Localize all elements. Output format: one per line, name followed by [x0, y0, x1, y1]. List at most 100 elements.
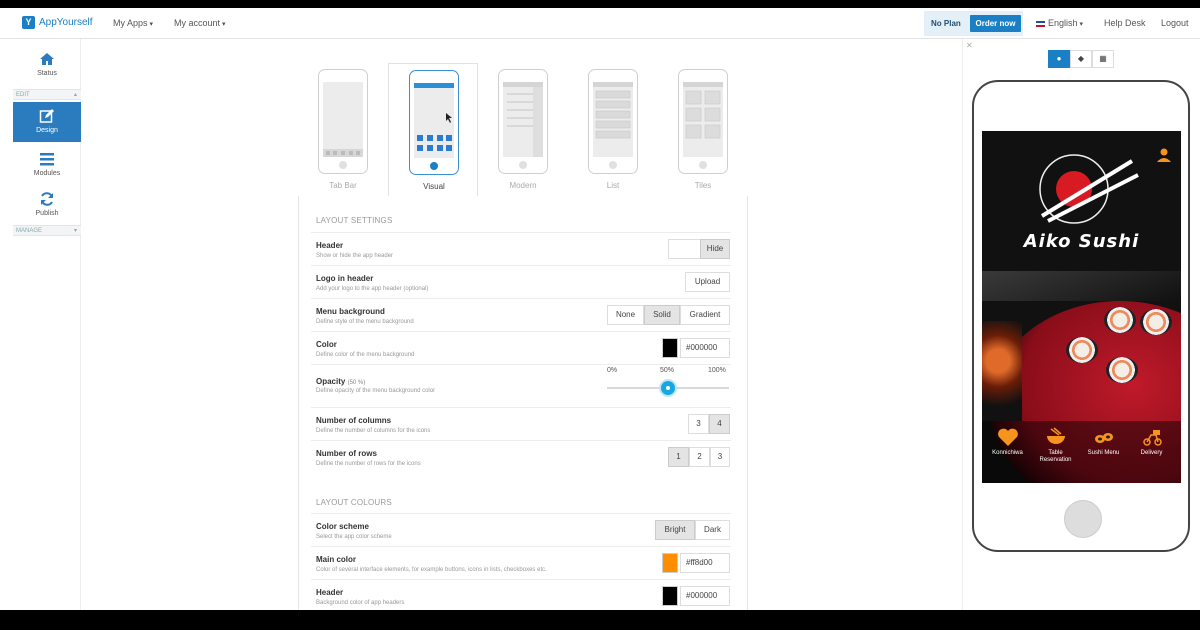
android-icon: ◆ [1077, 54, 1085, 63]
chevron-down-icon: ▾ [73, 228, 77, 234]
logout-link[interactable]: Logout [1161, 18, 1189, 28]
rows-2-button[interactable]: 2 [689, 447, 710, 467]
device-android-toggle[interactable]: ◆ [1070, 50, 1092, 68]
language-label: English [1048, 18, 1078, 28]
layout-preview-thumbnail [318, 69, 368, 174]
columns-3-button[interactable]: 3 [688, 414, 709, 434]
layout-tab-label: Tab Bar [329, 181, 357, 190]
brand-logo-icon: Y [22, 16, 35, 29]
modern-layout-icon [503, 82, 543, 157]
header-color-swatch[interactable] [662, 586, 678, 606]
setting-columns: Number of columns Define the number of c… [311, 407, 731, 440]
layout-preview-thumbnail [588, 69, 638, 174]
slider-max-label: 100% [708, 367, 726, 374]
opacity-slider-handle[interactable] [659, 379, 677, 397]
columns-4-button[interactable]: 4 [709, 414, 730, 434]
rows-3-button[interactable]: 3 [710, 447, 730, 467]
sidebar-item-publish[interactable]: Publish [13, 185, 81, 225]
setting-menu-background: Menu background Define style of the menu… [311, 298, 731, 331]
app-icon-table-reservation[interactable]: Table Reservation [1033, 427, 1078, 464]
flower-decoration [982, 321, 1022, 421]
order-now-button[interactable]: Order now [970, 15, 1021, 32]
setting-opacity: Opacity (50 %) Define opacity of the men… [311, 364, 731, 407]
app-icon-delivery[interactable]: Delivery [1129, 427, 1174, 457]
sidebar-item-label: Status [37, 70, 57, 77]
layout-preview-thumbnail [498, 69, 548, 174]
tiles-layout-icon [683, 82, 723, 139]
user-icon[interactable] [1156, 147, 1172, 163]
app-icon-sushi-menu[interactable]: Sushi Menu [1081, 427, 1126, 457]
phone-home-button[interactable] [1064, 500, 1102, 538]
sidebar-item-modules[interactable]: Modules [13, 145, 81, 185]
delivery-icon [1142, 430, 1162, 446]
setting-header: Header Show or hide the app header Hide [311, 232, 731, 265]
my-account-menu[interactable]: My account ▾ [174, 18, 226, 28]
menu-bg-solid-button[interactable]: Solid [644, 305, 680, 325]
sushi-roll-image [1066, 337, 1098, 363]
setting-title: Header [316, 588, 344, 597]
app-icon-label: Konnichiwa [992, 450, 1023, 456]
layout-tab-tiles[interactable]: Tiles [658, 63, 748, 203]
edit-icon [39, 109, 54, 123]
layout-tab-modern[interactable]: Modern [478, 63, 568, 203]
home-icon [40, 53, 54, 65]
menu-bg-color-swatch[interactable] [662, 338, 678, 358]
layout-preview-thumbnail [409, 70, 459, 175]
sidebar-item-label: Modules [33, 170, 61, 177]
sidebar-item-design[interactable]: Design [13, 102, 81, 142]
brand[interactable]: Y AppYourself [22, 16, 93, 29]
setting-title: Menu background [316, 307, 385, 316]
setting-title: Number of rows [316, 449, 377, 458]
help-desk-link[interactable]: Help Desk [1104, 18, 1146, 28]
app-icon-konnichiwa[interactable]: Konnichiwa [985, 427, 1030, 457]
chevron-down-icon: ▾ [222, 21, 226, 28]
menu-bg-gradient-button[interactable]: Gradient [680, 305, 730, 325]
header-hide-button[interactable]: Hide [700, 239, 730, 259]
my-apps-menu[interactable]: My Apps ▾ [113, 18, 153, 28]
layout-settings-title: LAYOUT SETTINGS [316, 216, 393, 225]
logo-upload-button[interactable]: Upload [685, 272, 730, 292]
setting-header-color: Header Background color of app headers #… [311, 579, 731, 610]
thumbnail-home-button [430, 162, 438, 170]
setting-title: Number of columns [316, 416, 392, 425]
scheme-bright-button[interactable]: Bright [655, 520, 695, 540]
opacity-title: Opacity [316, 377, 346, 386]
layout-tab-tab-bar[interactable]: Tab Bar [298, 63, 388, 203]
thumbnail-screen [323, 82, 363, 157]
setting-color: Color Define color of the menu backgroun… [311, 331, 731, 364]
setting-title: Color scheme [316, 522, 369, 531]
setting-description: Define the number of rows for the icons [316, 461, 421, 467]
section-label: MANAGE [16, 228, 43, 234]
header-toggle-show[interactable] [668, 239, 700, 259]
main-color-swatch[interactable] [662, 553, 678, 573]
phone-preview: Aiko Sushi Konnichiwa Table Reservation [972, 80, 1190, 552]
slider-mid-label: 50% [660, 367, 675, 374]
menu-icon [40, 153, 54, 166]
device-apple-toggle[interactable]: ● [1048, 50, 1070, 68]
layout-tab-label: Tiles [694, 181, 712, 190]
setting-description: Color of several interface elements, for… [316, 567, 547, 573]
sidebar-item-status[interactable]: Status [13, 45, 81, 85]
setting-description: Define style of the menu background [316, 319, 414, 325]
app-icon-label: Table Reservation [1039, 450, 1072, 463]
refresh-icon [41, 192, 53, 206]
app-icon-label: Sushi Menu [1087, 450, 1120, 456]
layout-tab-list[interactable]: List [568, 63, 658, 203]
close-preview-icon[interactable]: ✕ [966, 41, 973, 50]
menu-bg-none-button[interactable]: None [607, 305, 644, 325]
rows-1-button[interactable]: 1 [668, 447, 689, 467]
main-color-input[interactable]: #ff8d00 [680, 553, 730, 573]
app-window: Y AppYourself My Apps ▾ My account ▾ No Pl… [0, 8, 1200, 610]
device-web-toggle[interactable]: ▦ [1092, 50, 1114, 68]
language-menu[interactable]: English ▾ [1036, 18, 1083, 28]
layout-tab-visual[interactable]: Visual [388, 63, 478, 203]
my-account-label: My account [174, 18, 221, 28]
setting-title: Main color [316, 555, 357, 564]
scheme-dark-button[interactable]: Dark [695, 520, 730, 540]
thumbnail-screen [414, 83, 454, 158]
menu-bg-color-input[interactable]: #000000 [680, 338, 730, 358]
setting-title: Logo in header [316, 274, 374, 283]
setting-main-color: Main color Color of several interface el… [311, 546, 731, 579]
chevron-down-icon: ▾ [149, 21, 154, 28]
header-color-input[interactable]: #000000 [680, 586, 730, 606]
